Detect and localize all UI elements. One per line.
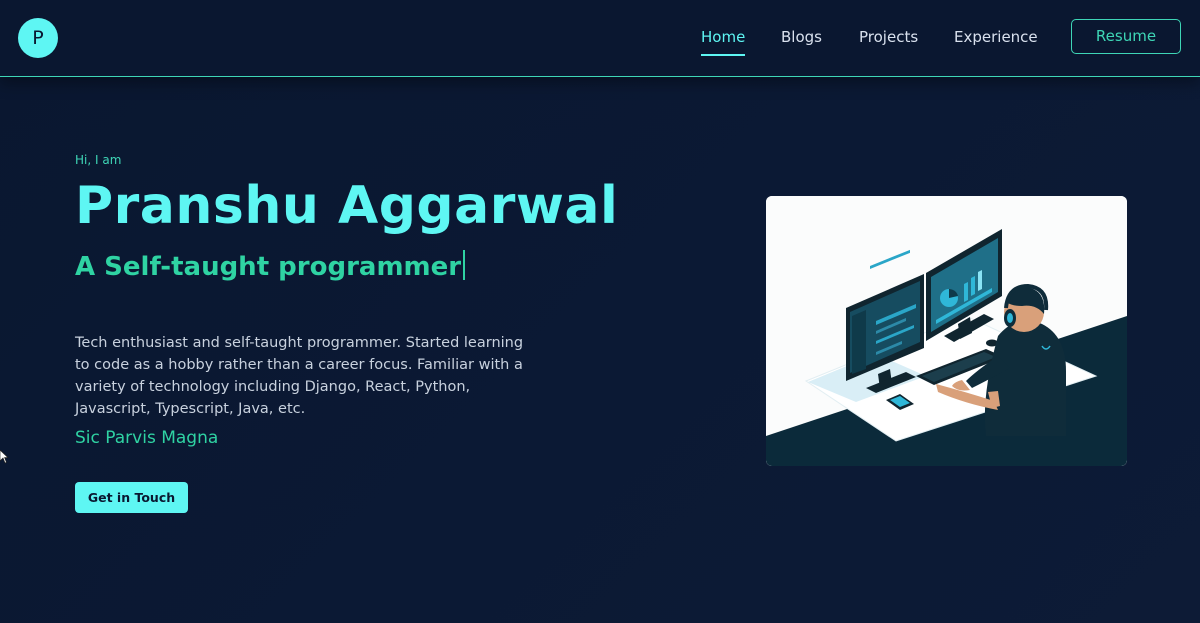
hero-name: Pranshu Aggarwal [75, 176, 619, 236]
programmer-illustration [766, 196, 1127, 466]
nav-projects[interactable]: Projects [859, 28, 918, 46]
nav-home[interactable]: Home [701, 28, 746, 56]
resume-button[interactable]: Resume [1071, 19, 1181, 54]
top-navbar: P Home Blogs Projects Experience Resume [0, 0, 1200, 77]
typing-cursor [463, 250, 466, 280]
get-in-touch-button[interactable]: Get in Touch [75, 482, 188, 513]
portfolio-page: P Home Blogs Projects Experience Resume … [0, 0, 1200, 623]
logo-avatar[interactable]: P [18, 18, 58, 58]
hero-bio: Tech enthusiast and self-taught programm… [75, 335, 524, 417]
programmer-at-desk-illustration-icon [766, 196, 1127, 466]
hero-motto: Sic Parvis Magna [75, 428, 219, 448]
hero-tagline: A Self-taught programmer [75, 250, 466, 282]
nav-blogs[interactable]: Blogs [781, 28, 822, 46]
nav-experience[interactable]: Experience [954, 28, 1038, 46]
mouse-pointer-icon [0, 450, 8, 464]
hero-greeting: Hi, I am [75, 153, 122, 167]
hero-tagline-text: A Self-taught programmer [75, 252, 462, 282]
